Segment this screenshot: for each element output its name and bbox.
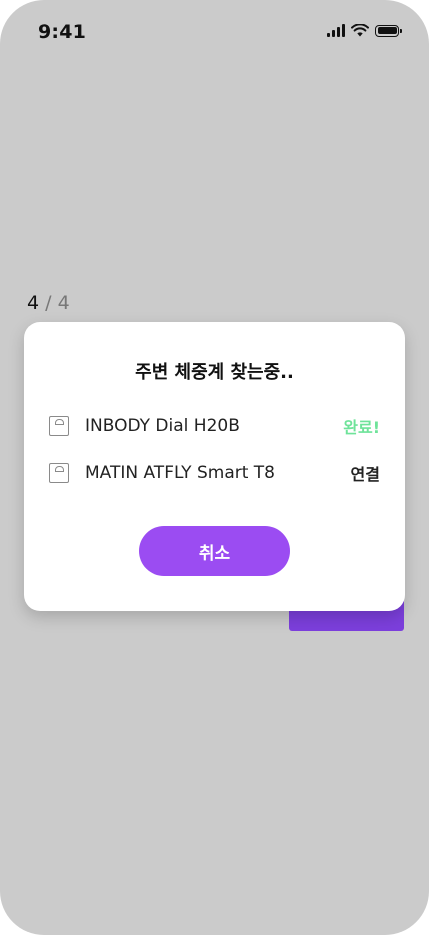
device-row[interactable]: INBODY Dial H20B 완료! (49, 412, 380, 440)
device-row[interactable]: MATIN ATFLY Smart T8 연결 (49, 459, 380, 487)
page-total: 4 (57, 292, 70, 314)
wifi-icon (351, 24, 369, 37)
scale-icon (49, 416, 69, 436)
cellular-signal-icon (327, 24, 345, 37)
cancel-button[interactable]: 취소 (139, 526, 290, 576)
page-separator: / (45, 292, 52, 314)
scale-search-modal: 주변 체중계 찾는중.. INBODY Dial H20B 완료! MATIN … (24, 322, 405, 611)
device-connect-button[interactable]: 연결 (351, 461, 380, 485)
phone-screen: 9:41 4 / 4 주변 체중계 찾는중.. INBODY Dial H20B… (0, 0, 429, 935)
device-name: INBODY Dial H20B (85, 416, 240, 436)
page-counter: 4 / 4 (27, 292, 70, 314)
status-icons (327, 24, 402, 37)
device-status-done: 완료! (343, 418, 380, 437)
battery-icon (375, 24, 402, 37)
page-current: 4 (27, 292, 40, 314)
device-name: MATIN ATFLY Smart T8 (85, 463, 275, 483)
modal-title: 주변 체중계 찾는중.. (135, 362, 294, 383)
status-time: 9:41 (38, 21, 87, 43)
scale-icon (49, 463, 69, 483)
